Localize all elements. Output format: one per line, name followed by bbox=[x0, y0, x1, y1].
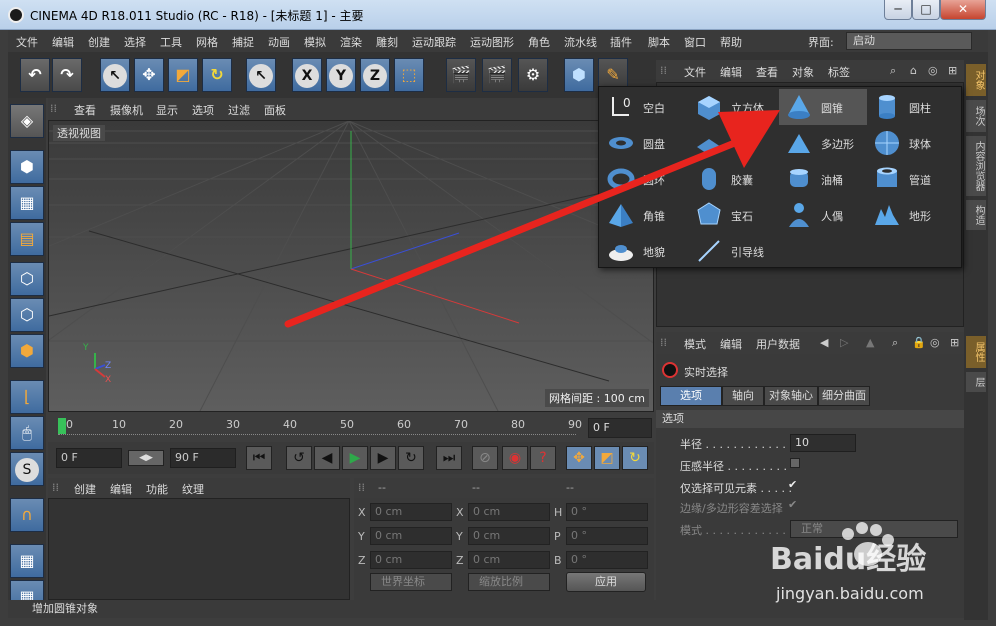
watermark-brand: Baidu经验 bbox=[770, 542, 927, 577]
baidu-watermark: Baidu经验 jingyan.baidu.com bbox=[770, 520, 970, 610]
watermark-url: jingyan.baidu.com bbox=[776, 584, 924, 603]
